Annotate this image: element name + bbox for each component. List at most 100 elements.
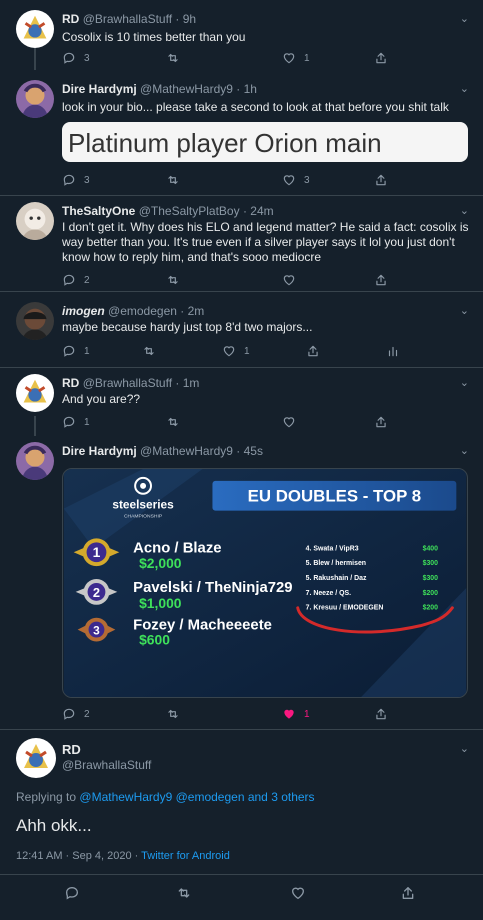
tweet-3[interactable]: TheSaltyOne @TheSaltyPlatBoy · 24m ⌄ I d…: [0, 196, 483, 294]
brand-subtitle: CHAMPIONSHIP: [124, 514, 163, 520]
share-button[interactable]: [374, 706, 396, 722]
tweet-4[interactable]: imogen @emodegen · 2m ⌄ maybe because ha…: [0, 292, 483, 368]
author-handle[interactable]: @TheSaltyPlatBoy: [139, 204, 240, 218]
tweet-media-image[interactable]: EU DOUBLES - TOP 8 steelseries CHAMPIONS…: [62, 468, 468, 698]
reply-count: 1: [84, 416, 90, 428]
tweet-timestamp[interactable]: 12:41 AM · Sep 4, 2020 ·: [16, 850, 138, 862]
svg-text:$2,000: $2,000: [139, 555, 182, 571]
retweet-icon: [142, 344, 156, 358]
share-icon: [374, 51, 388, 65]
avatar[interactable]: [16, 374, 54, 412]
tweet-1[interactable]: RD @BrawhallaStuff · 9h ⌄ Cosolix is 10 …: [0, 0, 483, 70]
heart-icon: [290, 885, 306, 901]
reply-button[interactable]: 3: [62, 50, 90, 66]
author-handle[interactable]: @BrawhallaStuff: [62, 758, 151, 772]
avatar[interactable]: [16, 10, 54, 48]
author-handle[interactable]: @BrawhallaStuff: [83, 376, 172, 390]
tweet-time[interactable]: · 1m: [175, 376, 199, 390]
reply-count: 3: [84, 174, 90, 186]
reply-button[interactable]: 1: [62, 343, 90, 359]
placement-team: 7. Neeze / QS.: [306, 590, 351, 597]
retweet-button[interactable]: [176, 885, 192, 901]
divider: [0, 729, 483, 730]
reply-button[interactable]: 2: [62, 272, 90, 288]
tweet-meta: 12:41 AM · Sep 4, 2020 · Twitter for And…: [16, 850, 230, 862]
tournament-results-graphic: EU DOUBLES - TOP 8 steelseries CHAMPIONS…: [63, 469, 467, 697]
image-caption-text: Platinum player Orion main: [68, 128, 382, 158]
author-name[interactable]: RD: [62, 12, 79, 26]
share-button[interactable]: [306, 343, 328, 359]
tweet-header: imogen @emodegen · 2m: [62, 304, 204, 318]
author-name[interactable]: RD: [62, 742, 81, 757]
retweet-icon: [166, 707, 180, 721]
retweet-button[interactable]: [166, 414, 188, 430]
tweet-image-crop[interactable]: ⌒ ⌒ ⌒ ⌒ ⌒ ⌒ Platinum player Orion main: [62, 122, 468, 162]
avatar[interactable]: [16, 80, 54, 118]
svg-text:Pavelski / TheNinja729: Pavelski / TheNinja729: [133, 580, 292, 596]
retweet-button[interactable]: [166, 706, 188, 722]
avatar[interactable]: [16, 302, 54, 340]
placement-prize: $300: [423, 575, 439, 582]
reply-count: 1: [84, 345, 90, 357]
avatar[interactable]: [16, 738, 56, 778]
placement-prize: $200: [423, 590, 439, 597]
share-button[interactable]: [374, 414, 396, 430]
chevron-down-icon[interactable]: ⌄: [460, 444, 469, 457]
chevron-down-icon[interactable]: ⌄: [460, 82, 469, 95]
heart-icon: [282, 173, 296, 187]
tweet-5[interactable]: RD @BrawhallaStuff · 1m ⌄ And you are?? …: [0, 368, 483, 436]
share-icon: [374, 707, 388, 721]
author-handle[interactable]: @MathewHardy9: [140, 82, 233, 96]
author-name[interactable]: Dire Hardymj: [62, 444, 137, 458]
reply-button[interactable]: 1: [62, 414, 90, 430]
like-button[interactable]: [282, 272, 304, 288]
share-icon: [374, 173, 388, 187]
author-name[interactable]: imogen: [62, 304, 105, 318]
avatar[interactable]: [16, 442, 54, 480]
share-button[interactable]: [400, 885, 416, 901]
chevron-down-icon[interactable]: ⌄: [460, 376, 469, 389]
like-button[interactable]: 1: [282, 50, 310, 66]
like-button[interactable]: 3: [282, 172, 310, 188]
author-name[interactable]: TheSaltyOne: [62, 204, 135, 218]
chevron-down-icon[interactable]: ⌄: [460, 742, 469, 755]
retweet-button[interactable]: [166, 172, 188, 188]
reply-button[interactable]: [64, 885, 80, 901]
chevron-down-icon[interactable]: ⌄: [460, 204, 469, 217]
analytics-button[interactable]: [386, 343, 408, 359]
retweet-button[interactable]: [166, 272, 188, 288]
chevron-down-icon[interactable]: ⌄: [460, 304, 469, 317]
tweet-time[interactable]: · 2m: [180, 304, 204, 318]
retweet-icon: [176, 885, 192, 901]
tweet-actions: 1 1: [62, 343, 442, 359]
like-button[interactable]: [282, 414, 304, 430]
tweet-time[interactable]: · 45s: [236, 444, 263, 458]
like-button[interactable]: 1: [222, 343, 250, 359]
retweet-button[interactable]: [166, 50, 188, 66]
tweet-source-link[interactable]: Twitter for Android: [141, 850, 230, 862]
reply-button[interactable]: 3: [62, 172, 90, 188]
author-name[interactable]: Dire Hardymj: [62, 82, 137, 96]
share-button[interactable]: [374, 50, 396, 66]
author-handle[interactable]: @MathewHardy9: [140, 444, 233, 458]
reply-button[interactable]: 2: [62, 706, 90, 722]
like-button[interactable]: 1: [282, 706, 310, 722]
share-icon: [374, 415, 388, 429]
reply-icon: [62, 707, 76, 721]
thread-line: [34, 48, 36, 70]
chevron-down-icon[interactable]: ⌄: [460, 12, 469, 25]
author-handle[interactable]: @emodegen: [108, 304, 177, 318]
like-button[interactable]: [290, 885, 306, 901]
share-button[interactable]: [374, 172, 396, 188]
tweet-time[interactable]: · 9h: [175, 12, 196, 26]
author-handle[interactable]: @BrawhallaStuff: [83, 12, 172, 26]
avatar[interactable]: [16, 202, 54, 240]
author-name[interactable]: RD: [62, 376, 79, 390]
tweet-time[interactable]: · 1h: [236, 82, 257, 96]
tweet-header: Dire Hardymj @MathewHardy9 · 45s: [62, 444, 263, 458]
retweet-button[interactable]: [142, 343, 164, 359]
retweet-icon: [166, 415, 180, 429]
tweet-time[interactable]: · 24m: [243, 204, 274, 218]
replying-to-link[interactable]: @MathewHardy9 @emodegen and 3 others: [79, 790, 314, 804]
share-button[interactable]: [374, 272, 396, 288]
